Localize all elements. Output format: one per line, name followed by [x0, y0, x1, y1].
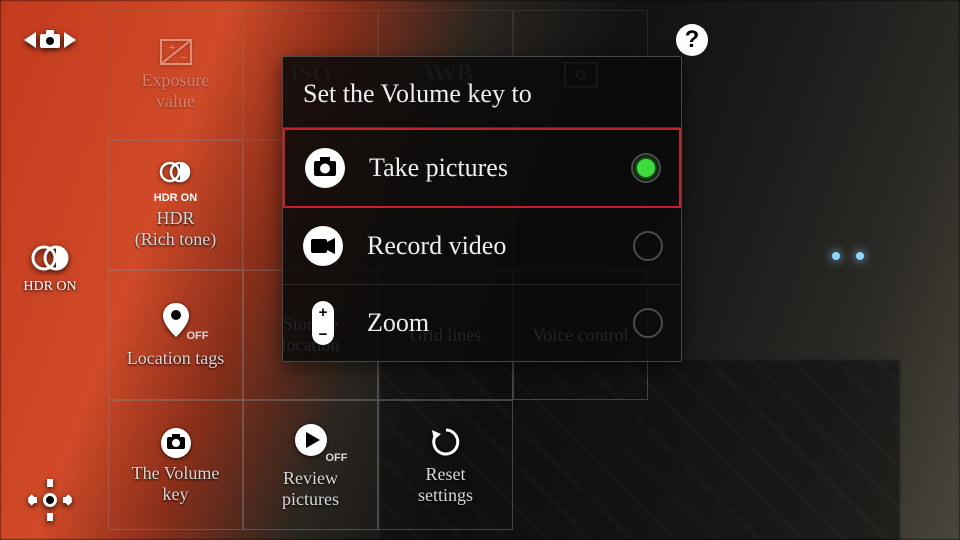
tile-hdr[interactable]: HDR ON HDR(Rich tone) — [108, 140, 243, 270]
svg-text:+: + — [169, 42, 175, 54]
option-record-video[interactable]: Record video — [283, 208, 681, 285]
bg-led — [832, 252, 840, 260]
tile-reset-settings[interactable]: Resetsettings — [378, 400, 513, 530]
option-label: Zoom — [367, 308, 611, 338]
dialog-title: Set the Volume key to — [283, 57, 681, 128]
radio-unselected — [633, 308, 663, 338]
tile-location-tags[interactable]: OFF Location tags — [108, 270, 243, 400]
svg-text:−: − — [319, 326, 328, 343]
camera-icon — [303, 146, 347, 190]
svg-text:?: ? — [685, 26, 700, 53]
tile-empty — [513, 400, 648, 530]
reset-icon — [428, 424, 464, 460]
zoom-rocker-icon: +− — [301, 301, 345, 345]
volume-key-dialog: Set the Volume key to Take pictures Reco… — [282, 56, 682, 362]
help-icon: ? — [674, 22, 710, 58]
camera-icon — [155, 425, 197, 459]
option-zoom[interactable]: +− Zoom — [283, 285, 681, 361]
tile-label: Exposurevalue — [142, 70, 210, 111]
tile-label: HDR(Rich tone) — [135, 208, 216, 249]
video-icon — [301, 224, 345, 268]
gear-icon — [28, 478, 72, 522]
off-badge: OFF — [187, 330, 209, 342]
tile-label: Location tags — [127, 348, 224, 369]
hdr-badge: HDR ON — [154, 192, 197, 204]
left-toolbar: HDR ON — [0, 0, 100, 540]
option-label: Record video — [367, 231, 611, 261]
tile-label: The Volumekey — [132, 463, 220, 504]
option-label: Take pictures — [369, 153, 609, 183]
play-icon — [292, 421, 330, 459]
switch-camera-icon — [22, 20, 78, 60]
hdr-icon — [156, 160, 196, 188]
svg-text:+: + — [319, 304, 328, 321]
settings-button[interactable] — [28, 478, 72, 522]
tile-volume-key[interactable]: The Volumekey — [108, 400, 243, 530]
radio-selected — [631, 153, 661, 183]
tile-label: Reviewpictures — [282, 468, 339, 509]
hdr-icon — [28, 243, 72, 277]
hdr-label: HDR ON — [23, 279, 76, 295]
off-badge: OFF — [326, 452, 348, 464]
tile-review-pictures[interactable]: OFF Reviewpictures — [243, 400, 378, 530]
bg-led — [856, 252, 864, 260]
tile-label: Resetsettings — [418, 464, 473, 505]
svg-text:−: − — [181, 52, 187, 64]
hdr-toggle-button[interactable]: HDR ON — [23, 243, 76, 295]
switch-camera-button[interactable] — [22, 20, 78, 60]
radio-unselected — [633, 231, 663, 261]
option-take-pictures[interactable]: Take pictures — [283, 128, 681, 208]
tile-exposure-value[interactable]: +− Exposurevalue — [108, 10, 243, 140]
exposure-icon: +− — [159, 38, 193, 66]
